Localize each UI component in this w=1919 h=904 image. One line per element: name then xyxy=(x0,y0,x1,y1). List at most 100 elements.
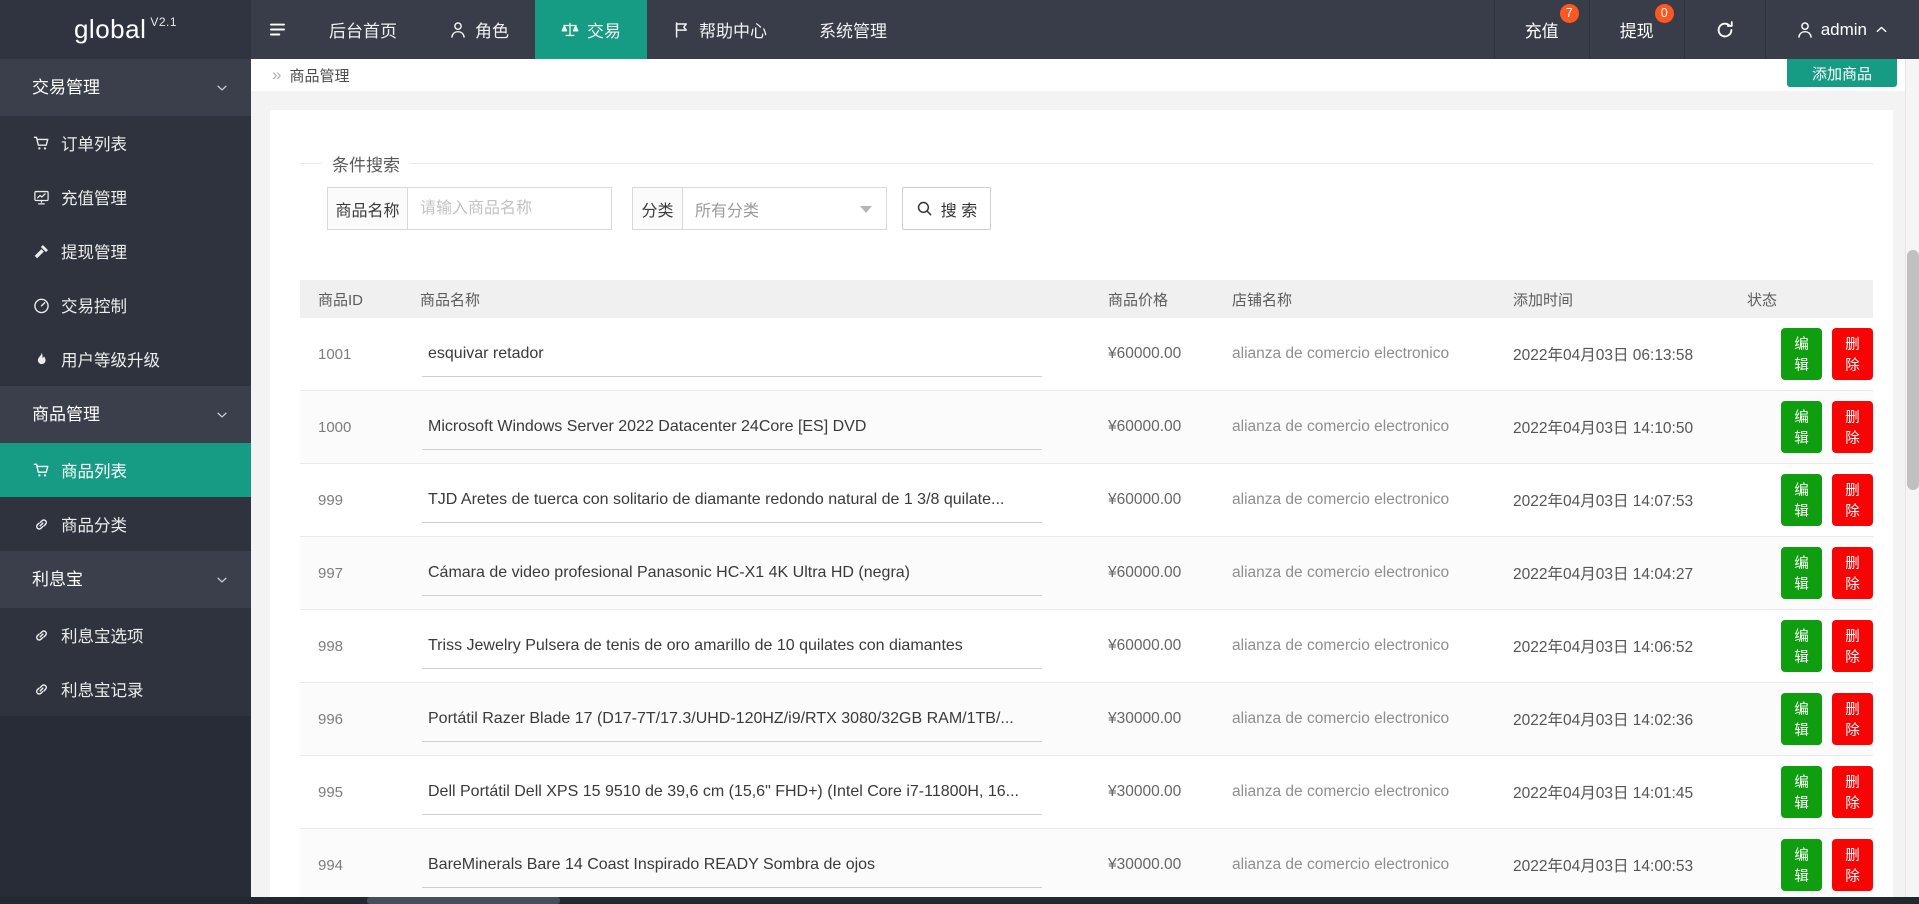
cell-product-name[interactable]: Microsoft Windows Server 2022 Datacenter… xyxy=(422,405,1042,450)
sidebar-item-withdraw-management[interactable]: 提现管理 xyxy=(0,224,251,278)
delete-button[interactable]: 删除 xyxy=(1832,839,1873,891)
vertical-scrollbar xyxy=(1905,59,1919,897)
delete-button[interactable]: 删除 xyxy=(1832,547,1873,599)
flame-icon xyxy=(37,351,46,364)
recharge-button[interactable]: 充值 7 xyxy=(1493,0,1589,59)
withdraw-button[interactable]: 提现 0 xyxy=(1588,0,1684,59)
col-status: 状态 xyxy=(1747,291,1778,309)
edit-button[interactable]: 编辑 xyxy=(1781,401,1822,453)
cell-store-name: alianza de comercio electronico xyxy=(1232,564,1450,581)
main-content: » 商品管理 添加商品 条件搜索 商品名称 分类 所有分类 搜 索 xyxy=(251,59,1919,897)
sidebar-item-recharge-management[interactable]: 充值管理 xyxy=(0,170,251,224)
refresh-button[interactable] xyxy=(1683,0,1765,59)
chevron-down-icon xyxy=(217,412,227,418)
table-row: 995 Dell Portátil Dell XPS 15 9510 de 39… xyxy=(300,756,1873,829)
sidebar-item-trade-control[interactable]: 交易控制 xyxy=(0,278,251,332)
edit-button[interactable]: 编辑 xyxy=(1781,766,1822,818)
search-form: 商品名称 分类 所有分类 搜 索 xyxy=(327,187,991,230)
cell-product-name[interactable]: Portátil Razer Blade 17 (D17-7T/17.3/UHD… xyxy=(422,697,1042,742)
delete-button[interactable]: 删除 xyxy=(1832,766,1873,818)
sidebar-group-interest-treasure[interactable]: 利息宝 xyxy=(0,551,251,608)
main-nav: 后台首页 角色 交易 帮助中心 系统管理 xyxy=(303,0,913,59)
delete-button[interactable]: 删除 xyxy=(1832,328,1873,380)
delete-button[interactable]: 删除 xyxy=(1832,620,1873,672)
product-name-input[interactable] xyxy=(408,187,612,230)
sidebar-item-product-category[interactable]: 商品分类 xyxy=(0,497,251,551)
delete-button[interactable]: 删除 xyxy=(1832,474,1873,526)
cell-store-name: alianza de comercio electronico xyxy=(1232,345,1450,362)
nav-item-help[interactable]: 帮助中心 xyxy=(647,0,793,59)
sidebar-item-label: 利息宝记录 xyxy=(61,682,144,700)
nav-item-trade[interactable]: 交易 xyxy=(535,0,647,59)
cell-store-name: alianza de comercio electronico xyxy=(1232,637,1450,654)
recharge-label: 充值 xyxy=(1524,22,1559,41)
cell-product-price: ¥60000.00 xyxy=(1108,564,1182,581)
search-icon xyxy=(917,201,932,216)
cell-product-price: ¥30000.00 xyxy=(1108,856,1182,873)
sidebar-group-trade-management[interactable]: 交易管理 xyxy=(0,59,251,116)
vertical-scrollbar-thumb[interactable] xyxy=(1907,250,1919,490)
withdraw-label: 提现 xyxy=(1619,22,1654,41)
cart-icon xyxy=(33,463,49,477)
cell-product-name[interactable]: Dell Portátil Dell XPS 15 9510 de 39,6 c… xyxy=(422,770,1042,815)
brand-logo: global V2.1 xyxy=(0,0,251,59)
cell-store-name: alianza de comercio electronico xyxy=(1232,418,1450,435)
cell-product-price: ¥60000.00 xyxy=(1108,637,1182,654)
cell-product-price: ¥30000.00 xyxy=(1108,710,1182,727)
cell-product-id: 997 xyxy=(318,564,344,582)
edit-button[interactable]: 编辑 xyxy=(1781,547,1822,599)
cell-product-name[interactable]: TJD Aretes de tuerca con solitario de di… xyxy=(422,478,1042,523)
cell-product-name[interactable]: esquivar retador xyxy=(422,332,1042,377)
sidebar-item-label: 商品分类 xyxy=(61,517,127,535)
nav-item-label: 角色 xyxy=(475,22,509,41)
cell-product-price: ¥60000.00 xyxy=(1108,418,1182,435)
sidebar-item-label: 提现管理 xyxy=(61,244,127,262)
user-menu[interactable]: admin xyxy=(1764,0,1919,59)
cell-product-id: 994 xyxy=(318,856,344,874)
nav-item-dashboard[interactable]: 后台首页 xyxy=(303,0,423,59)
flag-icon xyxy=(675,21,688,38)
product-table: 商品ID 商品名称 商品价格 店铺名称 添加时间 状态 1001 esquiva… xyxy=(300,280,1873,897)
group-label: 商品管理 xyxy=(32,405,100,424)
cart-icon xyxy=(33,136,49,150)
sidebar-item-order-list[interactable]: 订单列表 xyxy=(0,116,251,170)
col-product-name: 商品名称 xyxy=(420,291,481,309)
person-icon xyxy=(451,21,465,38)
edit-button[interactable]: 编辑 xyxy=(1781,693,1822,745)
sidebar-item-product-list[interactable]: 商品列表 xyxy=(0,443,251,497)
category-select[interactable]: 所有分类 xyxy=(683,187,887,230)
link-icon xyxy=(35,629,48,641)
edit-button[interactable]: 编辑 xyxy=(1781,328,1822,380)
table-body: 1001 esquivar retador ¥60000.00 alianza … xyxy=(300,318,1873,897)
edit-button[interactable]: 编辑 xyxy=(1781,474,1822,526)
edit-button[interactable]: 编辑 xyxy=(1781,620,1822,672)
sidebar-group-product-management[interactable]: 商品管理 xyxy=(0,386,251,443)
sidebar-item-user-level-upgrade[interactable]: 用户等级升级 xyxy=(0,332,251,386)
horizontal-scrollbar-thumb[interactable] xyxy=(367,897,560,904)
sidebar-item-label: 交易控制 xyxy=(61,298,127,316)
nav-item-roles[interactable]: 角色 xyxy=(423,0,535,59)
search-button[interactable]: 搜 索 xyxy=(902,187,991,230)
delete-button[interactable]: 删除 xyxy=(1832,401,1873,453)
nav-item-system[interactable]: 系统管理 xyxy=(793,0,913,59)
edit-button[interactable]: 编辑 xyxy=(1781,839,1822,891)
cell-store-name: alianza de comercio electronico xyxy=(1232,491,1450,508)
cell-product-name[interactable]: BareMinerals Bare 14 Coast Inspirado REA… xyxy=(422,843,1042,888)
cell-add-time: 2022年04月03日 14:02:36 xyxy=(1513,712,1694,729)
top-navbar: global V2.1 后台首页 角色 交易 帮助中心 系统管理 充值 7 提现… xyxy=(0,0,1919,59)
nav-item-label: 后台首页 xyxy=(329,22,397,41)
menu-toggle-icon[interactable] xyxy=(251,0,303,59)
delete-button[interactable]: 删除 xyxy=(1832,693,1873,745)
cell-product-price: ¥30000.00 xyxy=(1108,783,1182,800)
sidebar-item-interest-options[interactable]: 利息宝选项 xyxy=(0,608,251,662)
cell-add-time: 2022年04月03日 14:04:27 xyxy=(1513,566,1694,583)
cell-product-id: 1000 xyxy=(318,418,352,436)
cell-product-id: 1001 xyxy=(318,345,352,363)
sidebar-item-label: 商品列表 xyxy=(61,463,127,481)
add-product-button[interactable]: 添加商品 xyxy=(1787,59,1897,87)
cell-product-name[interactable]: Cámara de video profesional Panasonic HC… xyxy=(422,551,1042,596)
cell-product-id: 999 xyxy=(318,491,344,509)
cell-product-name[interactable]: Triss Jewelry Pulsera de tenis de oro am… xyxy=(422,624,1042,669)
table-header: 商品ID 商品名称 商品价格 店铺名称 添加时间 状态 xyxy=(300,280,1873,318)
sidebar-item-interest-records[interactable]: 利息宝记录 xyxy=(0,662,251,716)
